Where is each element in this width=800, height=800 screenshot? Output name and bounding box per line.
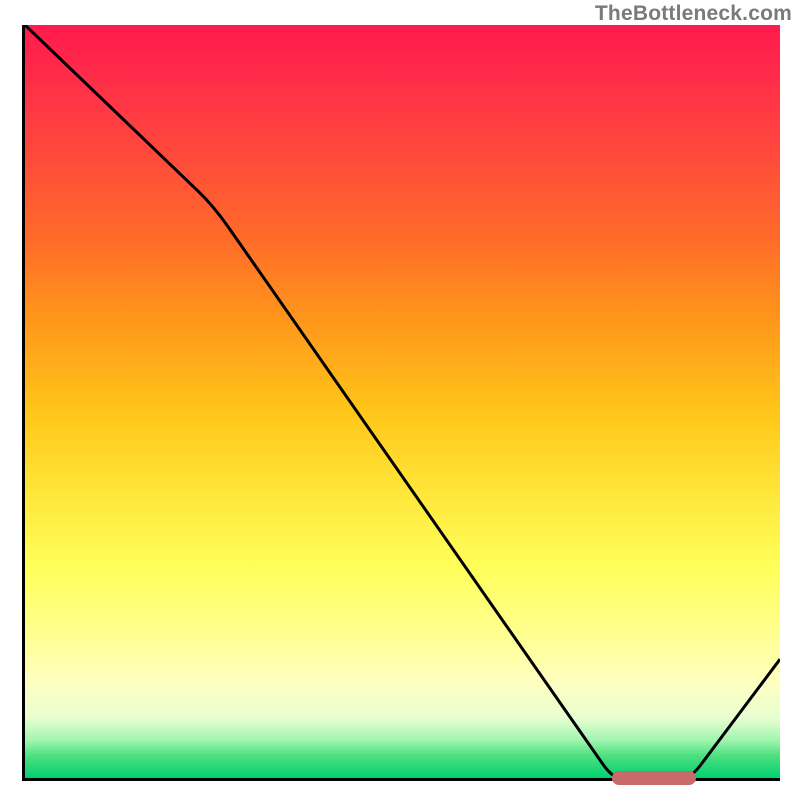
optimal-range-marker bbox=[612, 771, 696, 785]
gradient-background bbox=[25, 25, 780, 778]
bottleneck-plot bbox=[22, 25, 780, 781]
watermark-text: TheBottleneck.com bbox=[595, 2, 792, 26]
